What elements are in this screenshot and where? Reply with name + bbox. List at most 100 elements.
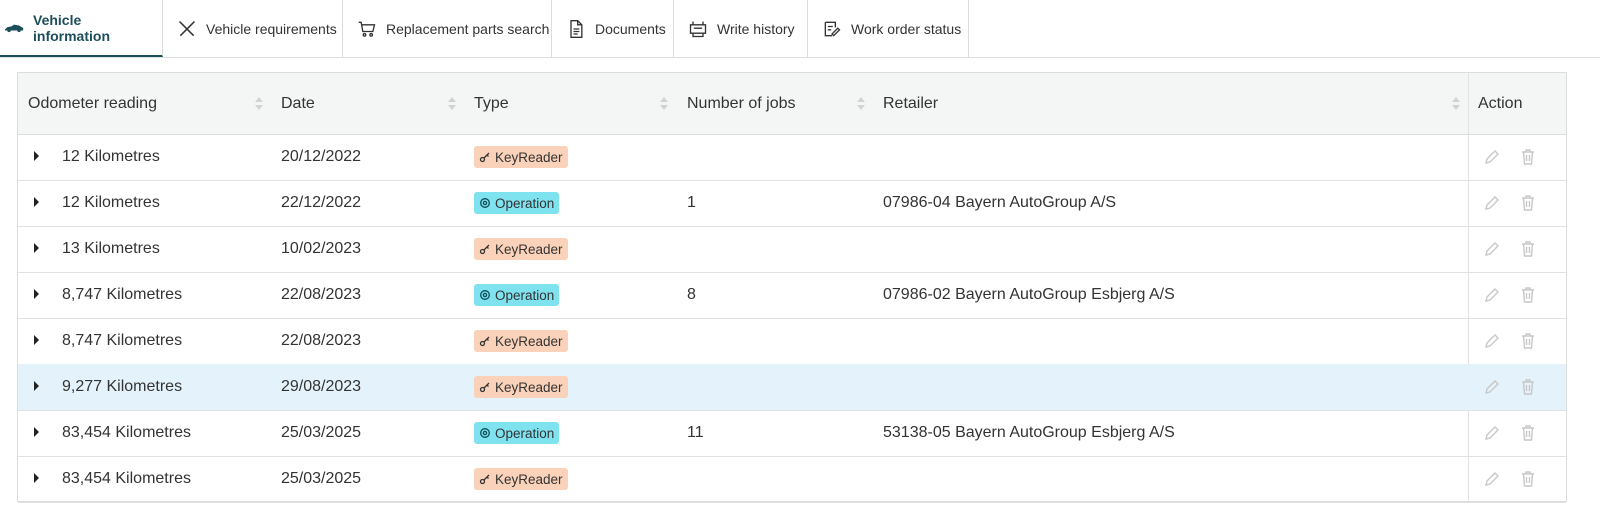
edit-pencil-icon[interactable] (1483, 148, 1501, 166)
table-row[interactable]: 83,454 Kilometres 25/03/2025 KeyReader (18, 456, 1566, 503)
delete-trash-icon[interactable] (1519, 194, 1537, 212)
cell-date: 25/03/2025 (281, 424, 362, 441)
printer-icon (689, 21, 707, 37)
edit-pencil-icon[interactable] (1483, 286, 1501, 304)
cell-odometer: 12 Kilometres (62, 148, 160, 165)
delete-trash-icon[interactable] (1519, 240, 1537, 258)
tab-label: Work order status (851, 20, 962, 37)
delete-trash-icon[interactable] (1519, 378, 1537, 396)
edit-pencil-icon[interactable] (1483, 378, 1501, 396)
type-badge: Operation (474, 284, 560, 306)
edit-list-icon (824, 21, 841, 37)
cell-type: KeyReader (474, 456, 568, 502)
cell-type: Operation (474, 180, 560, 226)
key-icon (479, 474, 490, 485)
type-badge: KeyReader (474, 468, 568, 490)
tab-documents[interactable]: Documents (552, 0, 674, 57)
expand-caret-icon[interactable] (34, 473, 39, 483)
sort-icon[interactable] (255, 97, 263, 111)
edit-pencil-icon[interactable] (1483, 194, 1501, 212)
cell-type: Operation (474, 410, 560, 456)
type-badge-label: KeyReader (495, 241, 563, 257)
expand-caret-icon[interactable] (34, 381, 39, 391)
cell-number-of-jobs: 8 (687, 286, 696, 303)
header-retailer[interactable]: Retailer (883, 73, 938, 134)
type-badge: Operation (474, 192, 560, 214)
expand-caret-icon[interactable] (34, 243, 39, 253)
tab-label: Vehicle information (33, 11, 110, 44)
sort-icon[interactable] (1452, 97, 1460, 111)
header-number-of-jobs[interactable]: Number of jobs (687, 73, 796, 134)
cell-type: KeyReader (474, 364, 568, 410)
type-badge-label: KeyReader (495, 333, 563, 349)
type-badge: Operation (474, 422, 560, 444)
table-header: Odometer reading Date Type Number of job… (18, 73, 1566, 135)
header-type[interactable]: Type (474, 73, 509, 134)
cell-number-of-jobs: 1 (687, 194, 696, 211)
cell-odometer: 13 Kilometres (62, 240, 160, 257)
expand-caret-icon[interactable] (34, 151, 39, 161)
cell-date: 29/08/2023 (281, 378, 362, 395)
delete-trash-icon[interactable] (1519, 286, 1537, 304)
table-row[interactable]: 12 Kilometres 22/12/2022 Operation 1 07986-0… (18, 180, 1566, 227)
cell-type: Operation (474, 272, 560, 318)
delete-trash-icon[interactable] (1519, 424, 1537, 442)
car-icon (4, 24, 24, 32)
table-row[interactable]: 9,277 Kilometres 29/08/2023 KeyReader (18, 364, 1566, 411)
table-row[interactable]: 8,747 Kilometres 22/08/2023 Operation 8 0798… (18, 272, 1566, 319)
cell-odometer: 83,454 Kilometres (62, 424, 191, 441)
cell-retailer: 07986-02 Bayern AutoGroup Esbjerg A/S (883, 286, 1175, 303)
edit-pencil-icon[interactable] (1483, 470, 1501, 488)
expand-caret-icon[interactable] (34, 289, 39, 299)
type-badge-label: KeyReader (495, 149, 563, 165)
tab-vehicle-information[interactable]: Vehicle information (0, 0, 163, 57)
delete-trash-icon[interactable] (1519, 332, 1537, 350)
cell-date: 22/08/2023 (281, 332, 362, 349)
header-odometer[interactable]: Odometer reading (28, 73, 157, 134)
cell-date: 10/02/2023 (281, 240, 362, 257)
expand-caret-icon[interactable] (34, 335, 39, 345)
tools-icon (178, 20, 196, 36)
type-badge: KeyReader (474, 238, 568, 260)
header-date[interactable]: Date (281, 73, 315, 134)
cell-retailer: 07986-04 Bayern AutoGroup A/S (883, 194, 1117, 211)
header-action: Action (1478, 94, 1523, 112)
tab-replacement-parts-search[interactable]: Replacement parts search (343, 0, 552, 57)
tab-vehicle-requirements[interactable]: Vehicle requirements (163, 0, 343, 57)
edit-pencil-icon[interactable] (1483, 240, 1501, 258)
type-badge-label: KeyReader (495, 471, 563, 487)
cell-date: 22/08/2023 (281, 286, 362, 303)
cell-date: 25/03/2025 (281, 470, 362, 487)
sort-icon[interactable] (660, 97, 668, 111)
table-row[interactable]: 12 Kilometres 20/12/2022 KeyReader (18, 134, 1566, 181)
cell-number-of-jobs: 11 (687, 424, 704, 441)
tab-label: Vehicle requirements (206, 20, 337, 37)
key-icon (479, 244, 490, 255)
type-badge-label: Operation (495, 425, 555, 441)
delete-trash-icon[interactable] (1519, 470, 1537, 488)
edit-pencil-icon[interactable] (1483, 424, 1501, 442)
table-row[interactable]: 13 Kilometres 10/02/2023 KeyReader (18, 226, 1566, 273)
tab-write-history[interactable]: Write history (674, 0, 808, 57)
tab-work-order-status[interactable]: Work order status (808, 0, 969, 57)
key-icon (479, 152, 490, 163)
delete-trash-icon[interactable] (1519, 148, 1537, 166)
expand-caret-icon[interactable] (34, 427, 39, 437)
table-row[interactable]: 83,454 Kilometres 25/03/2025 Operation 11 53… (18, 410, 1566, 457)
tab-label: Documents (595, 20, 666, 37)
cell-odometer: 9,277 Kilometres (62, 378, 183, 395)
sort-icon[interactable] (448, 97, 456, 111)
cell-odometer: 12 Kilometres (62, 194, 160, 211)
tab-bar: Vehicle information Vehicle requirements… (0, 0, 1600, 58)
cell-date: 20/12/2022 (281, 148, 362, 165)
expand-caret-icon[interactable] (34, 197, 39, 207)
edit-pencil-icon[interactable] (1483, 332, 1501, 350)
cell-odometer: 8,747 Kilometres (62, 332, 183, 349)
cell-odometer: 83,454 Kilometres (62, 470, 191, 487)
table-row[interactable]: 8,747 Kilometres 22/08/2023 KeyReader (18, 318, 1566, 365)
sort-icon[interactable] (857, 97, 865, 111)
tab-label: Write history (717, 20, 795, 37)
gear-icon (480, 290, 490, 300)
tab-label: Replacement parts search (386, 20, 550, 37)
cell-type: KeyReader (474, 318, 568, 364)
